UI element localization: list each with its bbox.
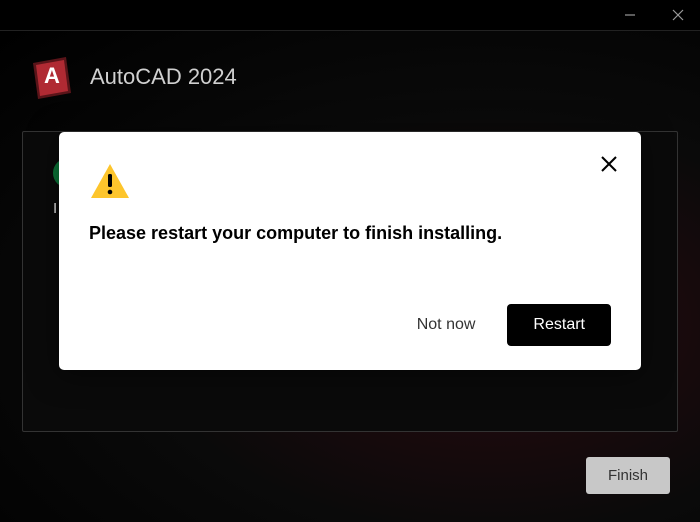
- dialog-close-button[interactable]: [595, 150, 623, 178]
- warning-icon: [89, 162, 611, 205]
- window-minimize-button[interactable]: [616, 1, 644, 29]
- restart-button[interactable]: Restart: [507, 304, 611, 346]
- restart-dialog: Please restart your computer to finish i…: [59, 132, 641, 370]
- dialog-message: Please restart your computer to finish i…: [89, 223, 611, 244]
- dialog-button-row: Not now Restart: [89, 304, 611, 346]
- modal-overlay: Please restart your computer to finish i…: [0, 30, 700, 522]
- close-icon: [600, 155, 618, 173]
- window-close-button[interactable]: [664, 1, 692, 29]
- close-icon: [672, 9, 684, 21]
- minimize-icon: [624, 9, 636, 21]
- window-titlebar: [0, 0, 700, 30]
- not-now-button[interactable]: Not now: [413, 306, 480, 344]
